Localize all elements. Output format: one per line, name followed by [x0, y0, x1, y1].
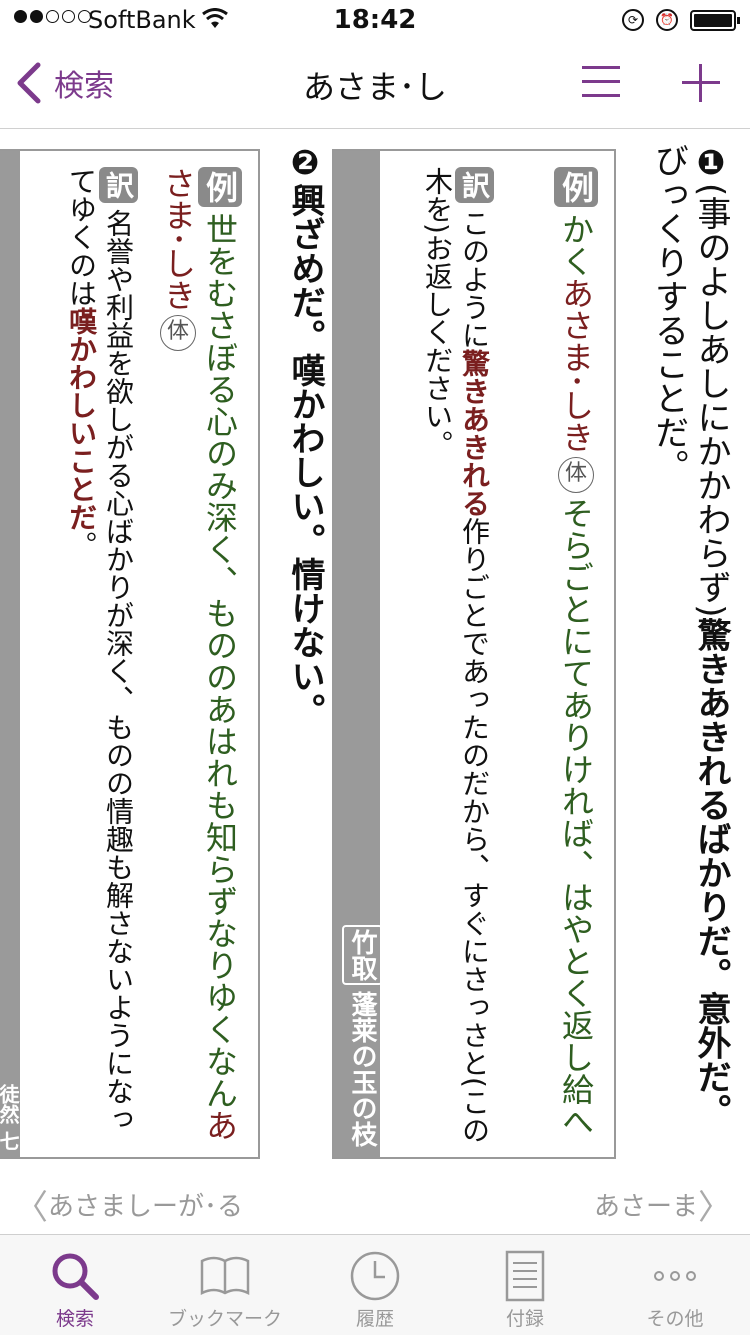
document-icon	[505, 1250, 545, 1302]
source-chapter: 蓬莱の玉の枝	[347, 991, 377, 1147]
source-sidebar	[0, 151, 20, 1157]
translation-tag: 訳	[99, 167, 138, 203]
search-icon	[52, 1253, 99, 1300]
sense2-example: 例世をむさぼる心のみ深く、もののあはれも知らずなりゆくなんあさま･しき体	[142, 167, 242, 1147]
rentaikei-badge: 体	[558, 457, 594, 494]
sense1-definition: ❶(事のよしあしにかかわらず)驚きあきれるばかりだ。意外だ。びっくりすることだ。	[648, 143, 732, 1128]
sense2-example-box: 徒然 七 例世をむさぼる心のみ深く、もののあはれも知らずなりゆくなんあさま･しき…	[0, 149, 260, 1159]
clock-icon	[350, 1251, 400, 1301]
source-work-tag: 竹取	[342, 925, 383, 985]
page-title: あさま･し	[302, 68, 447, 106]
alarm-icon: ⏰	[656, 9, 678, 31]
previous-entry-link[interactable]: 〈 あさましーが･る	[14, 1180, 243, 1229]
menu-icon[interactable]	[582, 66, 620, 100]
tab-bar: 検索 ブックマーク 履歴 付録 その他	[0, 1234, 750, 1335]
sense2-definition: ❷興ざめだ。嘆かわしい。情けない。	[285, 143, 325, 727]
translation-tag: 訳	[455, 167, 494, 203]
sense1-translation: 訳このように驚きあきれる作りごとであったのだから、すぐにさっさと(この木を)お返…	[394, 167, 494, 1147]
tab-search[interactable]: 検索	[0, 1235, 150, 1335]
navigation-bar: 検索 あさま･し	[0, 40, 750, 129]
sense1-example: 例かくあさま･しき体そらごとにてありければ、はやとく返し給へ	[498, 167, 598, 1147]
entry-content: ❶(事のよしあしにかかわらず)驚きあきれるばかりだ。意外だ。びっくりすることだ。…	[0, 129, 750, 1169]
battery-icon	[690, 10, 740, 31]
tab-history[interactable]: 履歴	[300, 1235, 450, 1335]
sense1-source: 竹取蓬莱の玉の枝	[342, 925, 383, 1147]
chevron-right-icon: 〉	[698, 1188, 732, 1228]
example-tag: 例	[554, 167, 598, 207]
rentaikei-badge: 体	[160, 315, 196, 352]
book-icon	[200, 1256, 250, 1296]
add-bookmark-icon[interactable]	[682, 64, 720, 102]
status-bar: SoftBank 18:42 ⟳ ⏰	[0, 0, 750, 40]
tab-appendix[interactable]: 付録	[450, 1235, 600, 1335]
sense1-example-box: 竹取蓬莱の玉の枝 例かくあさま･しき体そらごとにてありければ、はやとく返し給へ …	[332, 149, 616, 1159]
sense2-source: 徒然 七	[0, 1084, 20, 1151]
tab-bookmark[interactable]: ブックマーク	[150, 1235, 300, 1335]
example-tag: 例	[198, 167, 242, 207]
orientation-lock-icon: ⟳	[622, 9, 644, 31]
sense2-translation: 訳名誉や利益を欲しがる心ばかりが深く、ものの情趣も解さないようになってゆくのは嘆…	[38, 167, 138, 1147]
entry-pager: 〈 あさましーが･る あさーま 〉	[0, 1170, 750, 1232]
tab-other[interactable]: その他	[600, 1235, 750, 1335]
chevron-left-icon: 〈	[14, 1188, 48, 1228]
next-entry-link[interactable]: あさーま 〉	[594, 1180, 732, 1229]
more-icon	[654, 1271, 696, 1281]
